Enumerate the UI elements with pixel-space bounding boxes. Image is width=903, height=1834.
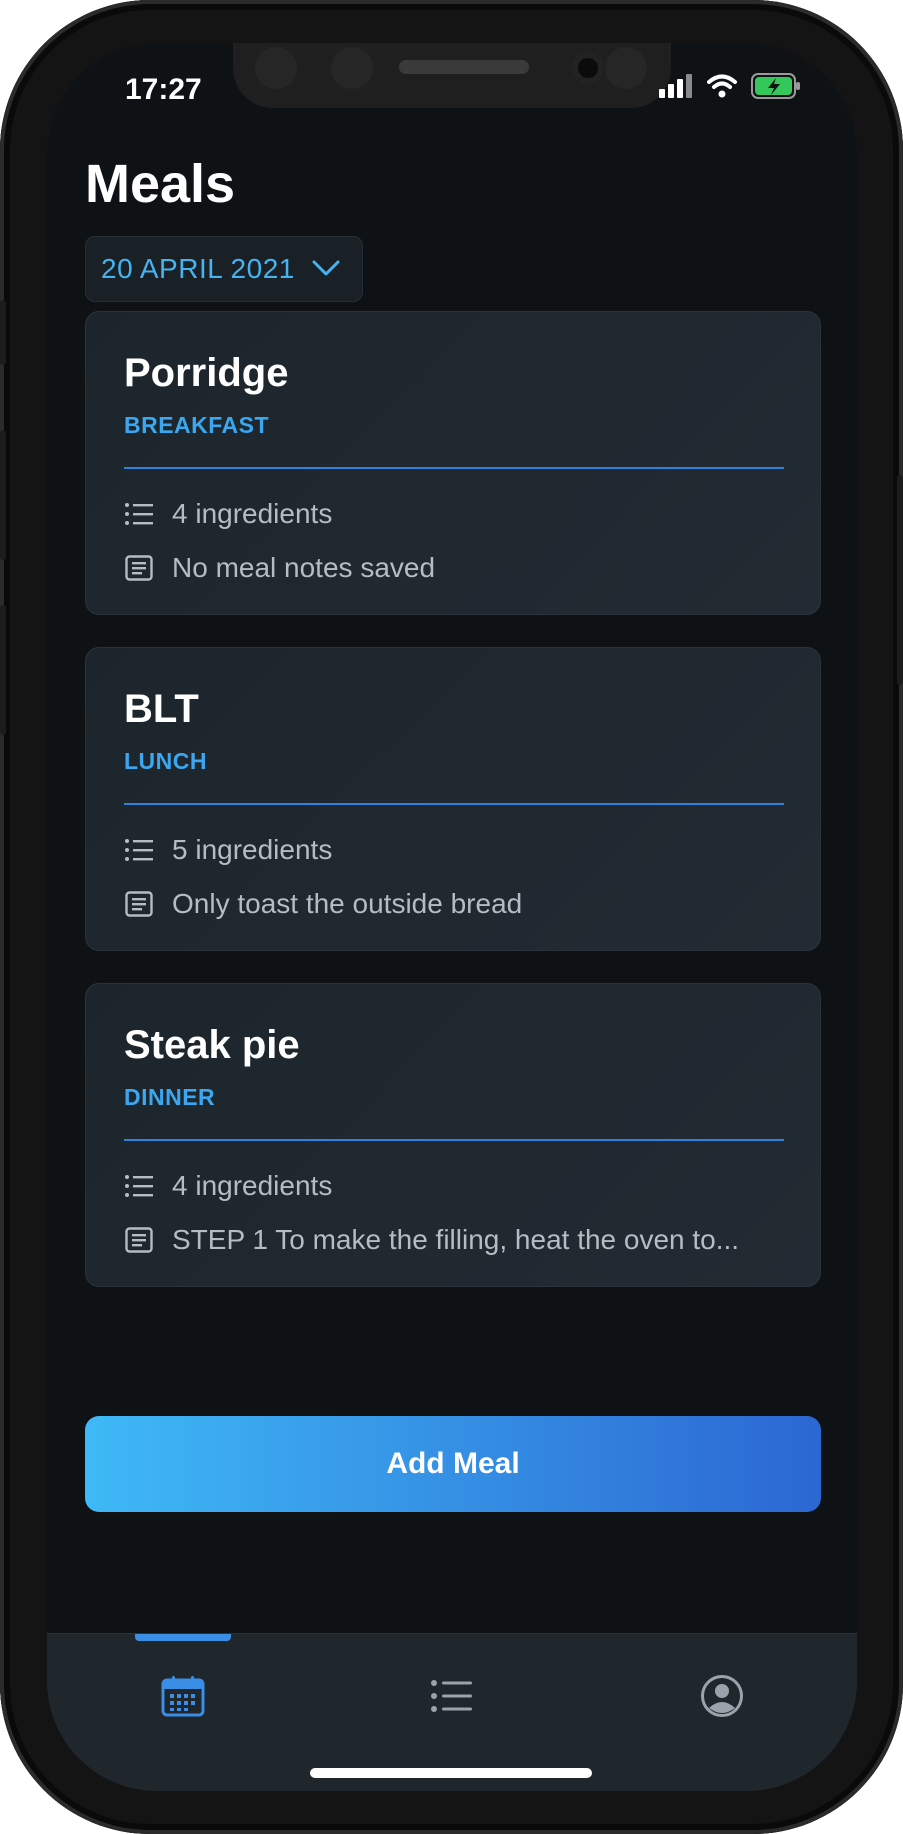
volume-down-button <box>0 605 6 735</box>
front-camera <box>571 51 605 85</box>
card-divider <box>124 467 784 469</box>
speaker <box>399 60 529 74</box>
notes-row: No meal notes saved <box>124 552 435 584</box>
meal-type: LUNCH <box>124 748 207 774</box>
phone-frame: 17:27 Meals 20 APRIL 2021 Porridge BREAK… <box>0 0 903 1834</box>
volume-up-button <box>0 430 6 560</box>
page-title: Meals <box>85 154 236 214</box>
meal-type: DINNER <box>124 1084 216 1110</box>
meal-type: BREAKFAST <box>124 412 270 438</box>
mute-switch <box>0 300 6 365</box>
list-icon <box>124 1171 154 1201</box>
tab-profile[interactable] <box>692 1668 752 1728</box>
status-time: 17:27 <box>125 73 202 106</box>
calendar-icon <box>161 1675 205 1722</box>
meal-name: BLT <box>124 687 199 731</box>
meal-card[interactable]: Steak pie DINNER 4 ingredients STEP 1 To… <box>85 983 821 1287</box>
tab-list[interactable] <box>422 1668 482 1728</box>
power-button <box>897 475 903 685</box>
meal-name: Porridge <box>124 351 289 395</box>
status-icons <box>659 72 801 104</box>
signal-icon <box>659 73 693 103</box>
ingredients-count: 4 ingredients <box>172 498 333 529</box>
profile-icon <box>700 1674 744 1723</box>
ingredients-row: 4 ingredients <box>124 498 332 530</box>
battery-charging-icon <box>751 72 801 104</box>
list-icon <box>430 1679 474 1718</box>
app-screen: 17:27 Meals 20 APRIL 2021 Porridge BREAK… <box>47 43 857 1791</box>
ingredients-count: 4 ingredients <box>172 1170 333 1201</box>
notes-row: STEP 1 To make the filling, heat the ove… <box>124 1224 739 1256</box>
wifi-icon <box>707 74 737 103</box>
card-divider <box>124 1139 784 1141</box>
meal-notes: No meal notes saved <box>172 552 436 583</box>
tab-active-indicator <box>135 1634 231 1641</box>
date-selector[interactable]: 20 APRIL 2021 <box>85 236 363 302</box>
add-meal-button[interactable]: Add Meal <box>85 1416 821 1512</box>
date-label: 20 APRIL 2021 <box>101 253 295 284</box>
meal-notes: STEP 1 To make the filling, heat the ove… <box>172 1224 740 1255</box>
meal-name: Steak pie <box>124 1023 300 1067</box>
notes-icon <box>124 553 154 583</box>
notes-icon <box>124 1225 154 1255</box>
notes-icon <box>124 889 154 919</box>
notch <box>233 43 671 108</box>
meal-card[interactable]: BLT LUNCH 5 ingredients Only toast the o… <box>85 647 821 951</box>
list-icon <box>124 835 154 865</box>
notes-row: Only toast the outside bread <box>124 888 522 920</box>
card-divider <box>124 803 784 805</box>
chevron-down-icon <box>311 253 341 285</box>
ingredients-count: 5 ingredients <box>172 834 333 865</box>
ingredients-row: 5 ingredients <box>124 834 332 866</box>
list-icon <box>124 499 154 529</box>
tab-calendar[interactable] <box>153 1668 213 1728</box>
meal-notes: Only toast the outside bread <box>172 888 523 919</box>
meal-card[interactable]: Porridge BREAKFAST 4 ingredients No meal… <box>85 311 821 615</box>
home-indicator[interactable] <box>310 1768 592 1778</box>
ingredients-row: 4 ingredients <box>124 1170 332 1202</box>
